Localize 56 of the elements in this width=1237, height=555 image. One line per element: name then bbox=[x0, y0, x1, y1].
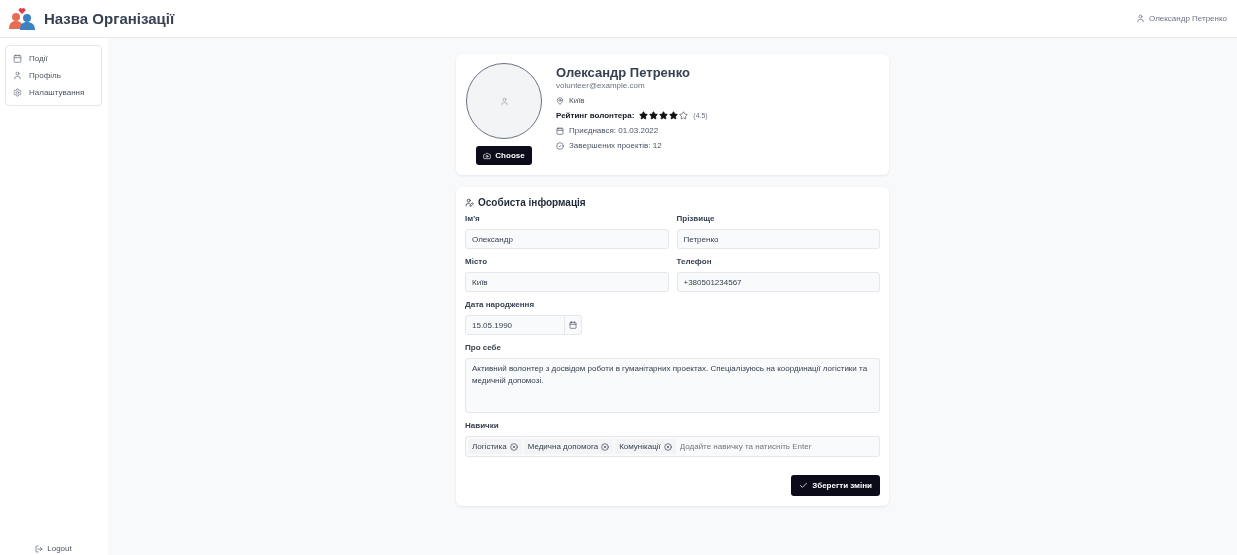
section-title: Особиста інформація bbox=[478, 197, 586, 208]
field-label: Ім'я bbox=[465, 214, 481, 223]
field-label: Телефон bbox=[676, 257, 713, 266]
organization-name: Назва Організації bbox=[44, 10, 175, 27]
joined-date: Приєднався: 01.03.2022 bbox=[569, 126, 659, 135]
sidebar-item[interactable]: Налаштування bbox=[6, 84, 101, 101]
rating-label: Рейтинг волонтера: bbox=[556, 111, 635, 120]
completed-projects: Завершених проектів: 12 bbox=[569, 141, 662, 150]
check-circle-icon bbox=[556, 141, 564, 150]
skill-tag: Медична допомога bbox=[523, 439, 614, 454]
star-icon bbox=[669, 111, 679, 120]
field-label: Прізвище bbox=[676, 214, 716, 223]
check-icon bbox=[799, 481, 809, 490]
city: Київ bbox=[569, 96, 585, 105]
skill-tag: Логістика bbox=[468, 439, 522, 454]
input-field[interactable]: +380501234567 bbox=[676, 272, 880, 292]
camera-icon bbox=[483, 151, 492, 160]
star-icon bbox=[639, 111, 649, 120]
star-icon bbox=[659, 111, 669, 120]
skills-field[interactable]: Логістика Медична допомога Комунікації Додайте навичку та натисніть Enter bbox=[465, 436, 880, 457]
user-edit-icon bbox=[465, 198, 474, 207]
profile-name: Олександр Петренко bbox=[556, 65, 691, 80]
calendar-button[interactable] bbox=[565, 315, 582, 335]
remove-icon[interactable] bbox=[601, 442, 610, 451]
input-field[interactable]: Петренко bbox=[676, 229, 880, 249]
remove-icon[interactable] bbox=[663, 442, 672, 451]
sidebar-item[interactable]: Події bbox=[6, 50, 101, 67]
user-menu[interactable]: Олександр Петренко bbox=[1136, 14, 1227, 23]
logout-icon bbox=[35, 544, 44, 553]
field-label: Про себе bbox=[465, 343, 502, 352]
logout-link[interactable]: Logout bbox=[35, 544, 72, 555]
people-heart-logo bbox=[8, 7, 36, 30]
calendar-icon bbox=[569, 321, 578, 329]
location-icon bbox=[556, 96, 564, 105]
field-label: Місто bbox=[465, 257, 489, 266]
user-icon bbox=[499, 96, 509, 106]
star-icon bbox=[649, 111, 659, 120]
choose-button[interactable]: Choose bbox=[476, 146, 532, 165]
calendar-icon bbox=[556, 126, 564, 135]
input-field[interactable]: Олександр bbox=[465, 229, 669, 249]
calendar-icon bbox=[13, 54, 22, 63]
field-label: Дата народження bbox=[465, 300, 536, 309]
save-button[interactable]: Зберегти зміни bbox=[791, 475, 880, 496]
settings-icon bbox=[13, 88, 22, 97]
remove-icon[interactable] bbox=[509, 442, 518, 451]
user-icon bbox=[1136, 14, 1145, 23]
profile-email: volunteer@example.com bbox=[556, 81, 646, 90]
about-textarea[interactable]: Активний волонтер з досвідом роботи в гуманітарних проектах. Спеціалізуюсь на координації логістики та медичній допомозі. bbox=[465, 358, 880, 413]
date-field[interactable]: 15.05.1990 bbox=[465, 315, 566, 335]
sidebar-item[interactable]: Профіль bbox=[6, 67, 101, 84]
star-icon bbox=[679, 111, 689, 120]
skill-tag: Комунікації bbox=[615, 439, 676, 454]
field-label: Навички bbox=[465, 421, 500, 430]
skill-input[interactable]: Додайте навичку та натисніть Enter bbox=[677, 441, 877, 452]
input-field[interactable]: Київ bbox=[465, 272, 669, 292]
user-icon bbox=[13, 71, 22, 80]
